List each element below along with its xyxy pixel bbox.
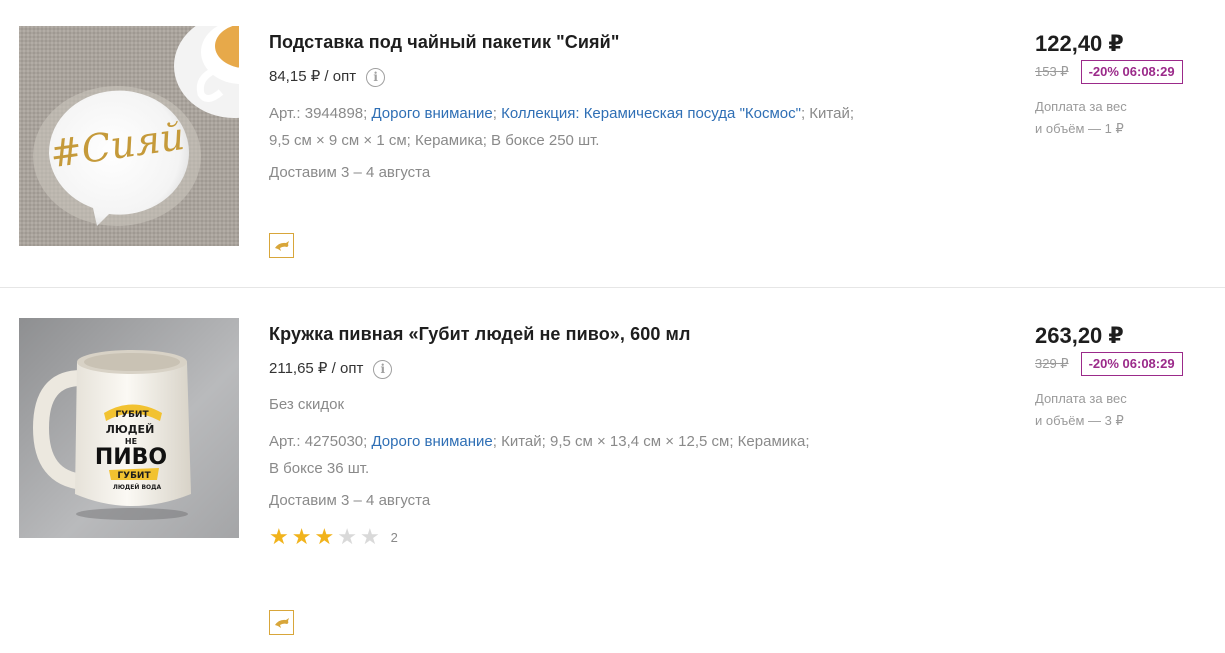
product-details: Арт.: 4275030; Дорого внимание; Китай; 9… (269, 428, 969, 482)
details-line-1: Арт.: 4275030; Дорого внимание; Китай; 9… (269, 428, 969, 455)
mug-lettering-top: ГУБИТ (115, 410, 149, 420)
current-price: 263,20 ₽ (1035, 323, 1124, 348)
dolphin-badge-button[interactable] (269, 610, 294, 635)
wholesale-price: 211,65 ₽ / опт i (269, 358, 969, 380)
collection-link[interactable]: Коллекция: Керамическая посуда "Космос" (501, 105, 801, 122)
star-icon: ★ (337, 524, 357, 549)
info-circle-icon[interactable]: i (373, 359, 393, 379)
product-details: Арт.: 3944898; Дорого внимание; Коллекци… (269, 100, 969, 154)
product-title[interactable]: Подставка под чайный пакетик "Сияй" (269, 30, 969, 54)
star-icon: ★ (269, 524, 289, 549)
old-price: 329 ₽ (1035, 356, 1069, 371)
info-circle-icon[interactable]: i (366, 67, 386, 87)
product-title[interactable]: Кружка пивная «Губит людей не пиво», 600… (269, 322, 969, 346)
sku: Арт.: 3944898; (269, 105, 368, 122)
old-price: 153 ₽ (1035, 64, 1069, 79)
rating[interactable]: ★ ★ ★ ★ ★ 2 (269, 526, 969, 548)
extra-charge-line-2: и объём — 3 ₽ (1035, 413, 1124, 428)
tag-link[interactable]: Дорого внимание (371, 433, 492, 450)
country: Китай; (809, 105, 855, 122)
wholesale-price-value: 211,65 ₽ / опт (269, 360, 364, 377)
current-price: 122,40 ₽ (1035, 31, 1124, 56)
extra-charge-note: Доплата за вес и объём — 3 ₽ (1035, 388, 1220, 432)
product-image[interactable]: #Сияй (19, 26, 239, 246)
details-line-2: В боксе 36 шт. (269, 460, 370, 477)
sku: Арт.: 4275030; (269, 433, 368, 450)
extra-charge-line-1: Доплата за вес (1035, 99, 1127, 114)
product-info: Кружка пивная «Губит людей не пиво», 600… (269, 322, 969, 548)
old-price-row: 153 ₽ -20% 06:08:29 (1035, 60, 1220, 84)
details-line-1: Арт.: 3944898; Дорого внимание; Коллекци… (269, 100, 969, 127)
extra-charge-line-1: Доплата за вес (1035, 391, 1127, 406)
star-icon: ★ (314, 524, 335, 549)
delivery-date: Доставим 3 – 4 августа (269, 164, 431, 181)
product-card: #Сияй Подставка под чайный пакетик "Сияй… (0, 0, 1225, 288)
star-icon: ★ (291, 524, 312, 549)
mug-lettering-5: ЛЮДЕЙ ВОДА (113, 483, 162, 491)
price-block: 122,40 ₽ 153 ₽ -20% 06:08:29 Доплата за … (1035, 30, 1220, 140)
dolphin-icon (274, 617, 289, 628)
wholesale-price: 84,15 ₽ / опт i (269, 66, 969, 88)
separator: ; (492, 105, 497, 122)
price-block: 263,20 ₽ 329 ₽ -20% 06:08:29 Доплата за … (1035, 322, 1220, 432)
rating-count[interactable]: 2 (391, 530, 398, 545)
no-discount-note: Без скидок (269, 396, 344, 413)
dolphin-icon (274, 240, 289, 251)
mug-lettering-4: ГУБИТ (117, 471, 151, 481)
dolphin-badge-button[interactable] (269, 233, 294, 258)
mug-lettering-1: ЛЮДЕЙ (106, 423, 155, 436)
old-price-row: 329 ₽ -20% 06:08:29 (1035, 352, 1220, 376)
discount-timer-badge: -20% 06:08:29 (1080, 60, 1183, 84)
wholesale-price-value: 84,15 ₽ / опт (269, 68, 357, 85)
extra-charge-line-2: и объём — 1 ₽ (1035, 121, 1124, 136)
details-rest: ; Китай; 9,5 см × 13,4 см × 12,5 см; Кер… (492, 433, 810, 450)
discount-timer-badge: -20% 06:08:29 (1080, 352, 1183, 376)
delivery-date: Доставим 3 – 4 августа (269, 492, 431, 509)
product-card: ГУБИТ ЛЮДЕЙ НЕ ПИВО ГУБИТ ЛЮДЕЙ ВОДА Кру… (0, 288, 1225, 653)
tag-link[interactable]: Дорого внимание (371, 105, 492, 122)
star-icon: ★ (359, 524, 380, 549)
product-info: Подставка под чайный пакетик "Сияй" 84,1… (269, 30, 969, 184)
separator: ; (800, 105, 806, 122)
extra-charge-note: Доплата за вес и объём — 1 ₽ (1035, 96, 1220, 140)
mug-lettering-3: ПИВО (95, 445, 167, 470)
details-line-2: 9,5 см × 9 см × 1 см; Керамика; В боксе … (269, 132, 600, 149)
product-image[interactable]: ГУБИТ ЛЮДЕЙ НЕ ПИВО ГУБИТ ЛЮДЕЙ ВОДА (19, 318, 239, 538)
